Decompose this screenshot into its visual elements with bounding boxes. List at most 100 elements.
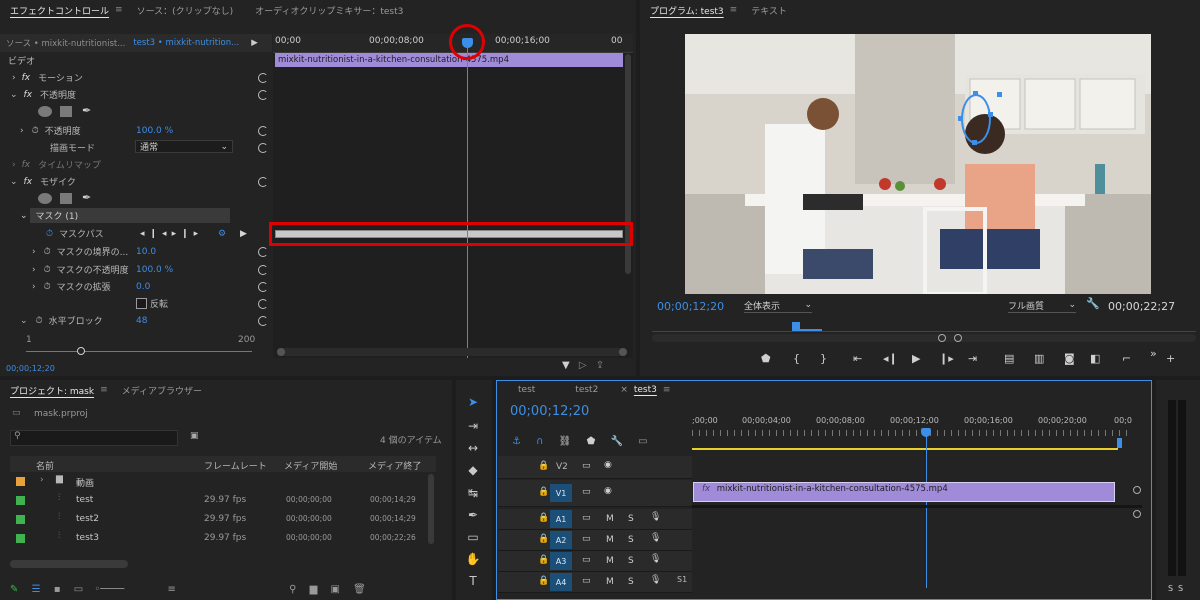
- list-item[interactable]: › ▆ 動画: [10, 473, 436, 491]
- tab-source[interactable]: ソース：(クリップなし): [137, 4, 234, 17]
- tab-audio-clip-mixer[interactable]: オーディオクリップミキサー：test3: [255, 4, 403, 17]
- nest-icon[interactable]: ⚓: [512, 436, 521, 447]
- column-name[interactable]: 名前: [36, 459, 54, 472]
- collapse-icon[interactable]: ⌄: [20, 316, 28, 326]
- go-to-in-icon[interactable]: ⇤: [853, 352, 862, 365]
- track-target-a1[interactable]: A1: [550, 510, 572, 528]
- sync-lock-icon[interactable]: ▭: [582, 487, 591, 497]
- type-tool-icon[interactable]: T: [464, 573, 482, 589]
- export-frame-icon[interactable]: ◙: [1064, 352, 1075, 365]
- ellipse-mask-icon[interactable]: [38, 106, 52, 117]
- expand-icon[interactable]: ›: [20, 126, 24, 136]
- new-item-icon[interactable]: ▣: [331, 584, 340, 595]
- mask-vertex[interactable]: [988, 112, 993, 117]
- new-search-bin-icon[interactable]: ▣: [190, 431, 199, 441]
- label-color[interactable]: [16, 515, 25, 524]
- mic-icon[interactable]: 🎙: [650, 533, 661, 543]
- reset-icon[interactable]: [258, 177, 268, 187]
- close-icon[interactable]: ×: [620, 385, 628, 395]
- freeform-view-icon[interactable]: ▭: [74, 584, 83, 595]
- ellipse-mask-icon[interactable]: [38, 193, 52, 204]
- label-color[interactable]: [16, 477, 25, 486]
- mark-out-icon[interactable]: }: [820, 352, 827, 365]
- program-timecode-current[interactable]: 00;00;12;20: [657, 300, 724, 313]
- icon-view-icon[interactable]: ▪: [54, 584, 61, 595]
- solo-button[interactable]: S: [628, 535, 634, 545]
- play-icon[interactable]: ▶: [912, 352, 920, 365]
- effect-motion[interactable]: › fx モーション: [4, 69, 83, 86]
- expand-icon[interactable]: ›: [32, 265, 36, 275]
- reset-icon[interactable]: [258, 126, 268, 136]
- zoom-handle-right[interactable]: [954, 334, 962, 342]
- rectangle-tool-icon[interactable]: ▭: [464, 529, 482, 545]
- lock-icon[interactable]: 🔒: [538, 513, 549, 523]
- effect-opacity[interactable]: ⌄ fx 不透明度: [4, 86, 76, 103]
- expand-icon[interactable]: ›: [12, 160, 16, 170]
- search-icon[interactable]: ⚲: [289, 584, 296, 595]
- play-audio-icon[interactable]: ▷: [579, 360, 587, 371]
- reset-icon[interactable]: [258, 143, 268, 153]
- ec-clip-bar[interactable]: mixkit-nutritionist-in-a-kitchen-consult…: [275, 53, 623, 67]
- reset-icon[interactable]: [258, 282, 268, 292]
- solo-button[interactable]: S: [628, 556, 634, 566]
- tl-playhead[interactable]: [926, 436, 927, 588]
- tab-text[interactable]: テキスト: [751, 4, 787, 17]
- sync-lock-icon[interactable]: ▭: [582, 534, 591, 544]
- fit-select[interactable]: 全体表示 ⌄: [744, 298, 812, 313]
- timeline-v-scroll-mid[interactable]: [1133, 510, 1141, 518]
- reset-icon[interactable]: [258, 90, 268, 100]
- pencil-icon[interactable]: ✎: [10, 584, 18, 595]
- program-zoom-bar[interactable]: [652, 334, 1196, 342]
- track-target-a3[interactable]: A3: [550, 552, 572, 570]
- inverted-checkbox[interactable]: [136, 298, 147, 309]
- mask-outline[interactable]: [961, 94, 991, 144]
- meter-solo-right[interactable]: S: [1178, 584, 1183, 593]
- timeline-clip-v1[interactable]: fx mixkit-nutritionist-in-a-kitchen-cons…: [693, 482, 1115, 502]
- mute-button[interactable]: M: [606, 556, 614, 566]
- pen-tool-icon[interactable]: ✒: [464, 507, 482, 523]
- snap-icon[interactable]: ∩: [536, 436, 543, 447]
- stopwatch-icon[interactable]: ⏱: [32, 126, 39, 136]
- reset-icon[interactable]: [258, 247, 268, 257]
- collapse-icon[interactable]: ⌄: [10, 90, 18, 100]
- mask-vertex[interactable]: [997, 92, 1002, 97]
- slip-tool-icon[interactable]: ↹: [464, 485, 482, 501]
- timeline-timecode[interactable]: 00;00;12;20: [510, 404, 589, 419]
- project-search-input[interactable]: ⚲: [10, 430, 178, 446]
- mic-icon[interactable]: 🎙: [650, 575, 661, 585]
- track-label[interactable]: V2: [556, 462, 568, 472]
- mask-vertex[interactable]: [972, 140, 977, 145]
- label-color[interactable]: [16, 534, 25, 543]
- scroll-handle-left[interactable]: [277, 348, 285, 356]
- reset-icon[interactable]: [258, 316, 268, 326]
- safe-margins-icon[interactable]: ⌐: [1122, 352, 1131, 365]
- track-target-a2[interactable]: A2: [550, 531, 572, 549]
- tab-effect-controls[interactable]: エフェクトコントロール: [10, 4, 109, 17]
- mask-vertex[interactable]: [958, 116, 963, 121]
- extract-icon[interactable]: ▥: [1034, 352, 1044, 365]
- linked-selection-icon[interactable]: ⛓: [559, 436, 572, 447]
- reset-icon[interactable]: [258, 265, 268, 275]
- tab-project[interactable]: プロジェクト: mask: [10, 384, 94, 397]
- program-scrub-bar[interactable]: [652, 320, 1196, 332]
- stopwatch-icon[interactable]: ⏱: [36, 316, 43, 326]
- mute-button[interactable]: M: [606, 514, 614, 524]
- lock-icon[interactable]: 🔒: [538, 555, 549, 565]
- mask-expansion-value[interactable]: 0.0: [136, 282, 150, 292]
- mute-button[interactable]: M: [606, 535, 614, 545]
- razor-tool-icon[interactable]: ◆: [464, 462, 482, 478]
- track-select-tool-icon[interactable]: ⇥: [464, 418, 482, 434]
- blend-mode-select[interactable]: 通常 ⌄: [135, 140, 233, 153]
- expand-icon[interactable]: ›: [32, 282, 36, 292]
- rectangle-mask-icon[interactable]: [60, 106, 72, 117]
- selection-tool-icon[interactable]: ➤: [464, 394, 482, 410]
- scroll-handle-right[interactable]: [619, 348, 627, 356]
- source-clip-label[interactable]: ソース • mixkit-nutritionist...: [6, 37, 125, 49]
- eye-icon[interactable]: ◉: [604, 486, 612, 496]
- collapse-icon[interactable]: ⌄: [20, 211, 28, 221]
- list-item[interactable]: ⫶ test 29.97 fps 00;00;00;00 00;00;14;29: [10, 492, 436, 510]
- lock-icon[interactable]: 🔒: [538, 534, 549, 544]
- pen-mask-icon[interactable]: ✒: [82, 191, 91, 204]
- mark-in-icon[interactable]: {: [793, 352, 800, 365]
- sync-lock-icon[interactable]: ▭: [582, 461, 591, 471]
